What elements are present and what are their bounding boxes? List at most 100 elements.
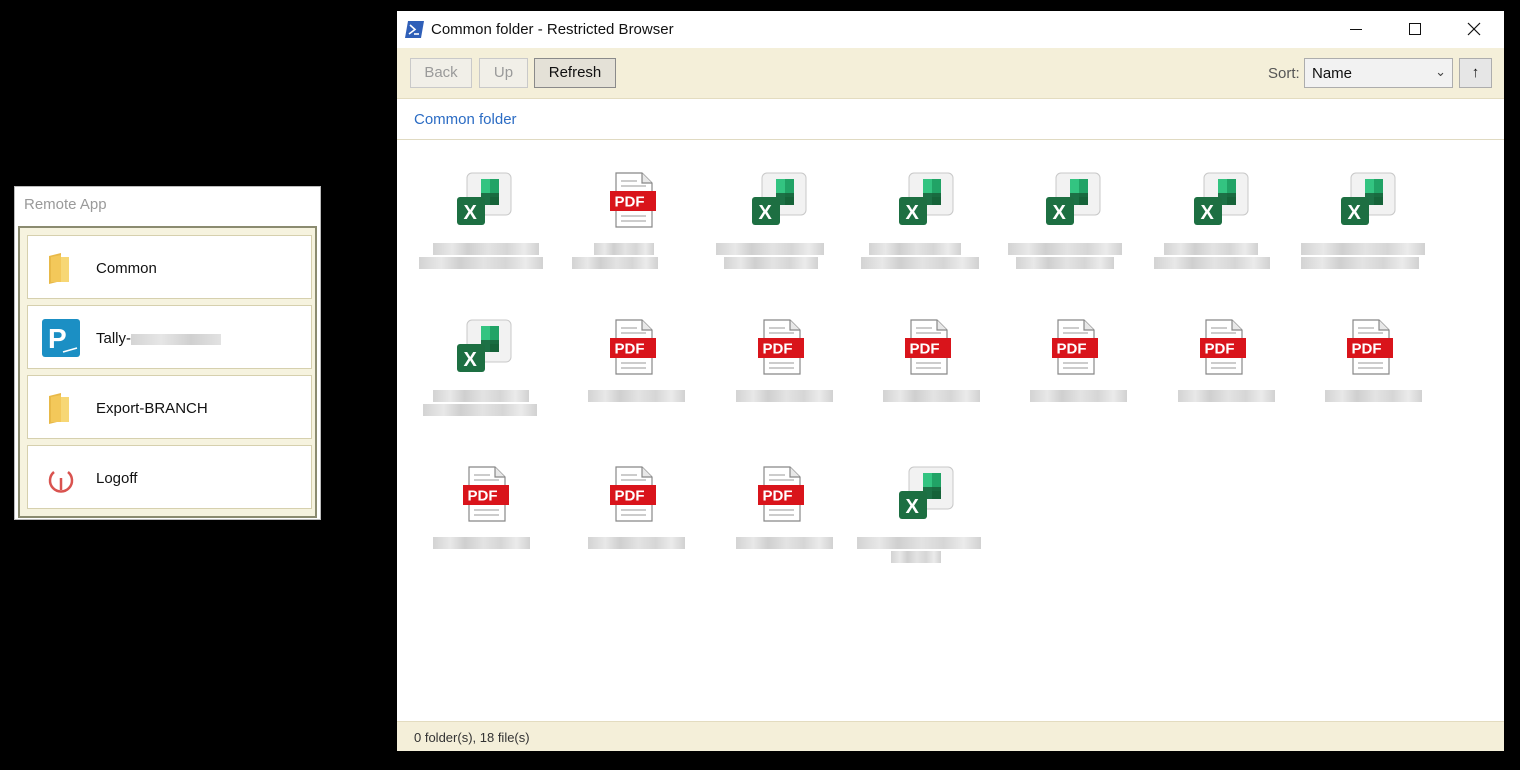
- excel-file-icon: X: [899, 466, 954, 519]
- remote-app-list: Common P Tally- Export-BRANCH Logoff: [18, 226, 317, 518]
- remote-item-label: Logoff: [96, 470, 138, 487]
- redacted-text: [131, 333, 222, 345]
- minimize-icon: [1350, 29, 1362, 30]
- file-item-excel[interactable]: X: [1295, 171, 1435, 301]
- svg-text:PDF: PDF: [1352, 341, 1382, 358]
- redacted-text: [433, 243, 539, 255]
- sort-direction-button[interactable]: ↑: [1459, 58, 1492, 88]
- breadcrumb-current[interactable]: Common folder: [414, 111, 517, 128]
- redacted-text: [594, 243, 654, 255]
- redacted-text: [716, 243, 824, 255]
- pdf-file-icon: PDF: [610, 466, 656, 522]
- redacted-text: [1301, 243, 1425, 255]
- toolbar: Back Up Refresh Sort: Name ⌄ ↑: [397, 48, 1504, 99]
- remote-item-logoff[interactable]: Logoff: [27, 445, 312, 509]
- file-item-pdf[interactable]: PDF: [1295, 318, 1435, 448]
- svg-text:X: X: [906, 496, 920, 518]
- svg-text:X: X: [759, 202, 773, 224]
- chevron-down-icon: ⌄: [1435, 64, 1446, 79]
- remote-item-export-branch[interactable]: Export-BRANCH: [27, 375, 312, 439]
- back-button[interactable]: Back: [410, 58, 472, 88]
- redacted-text: [433, 537, 530, 549]
- remote-app-panel: Remote App Common P Tally- Export-BRANCH…: [14, 186, 321, 520]
- redacted-text: [1016, 257, 1114, 269]
- remote-item-common[interactable]: Common: [27, 235, 312, 299]
- svg-text:PDF: PDF: [763, 488, 793, 505]
- file-item-excel[interactable]: X: [411, 171, 551, 301]
- file-item-pdf[interactable]: PDF: [853, 318, 993, 448]
- file-item-pdf[interactable]: PDF: [558, 465, 698, 595]
- svg-text:PDF: PDF: [763, 341, 793, 358]
- redacted-text: [423, 404, 537, 416]
- svg-text:PDF: PDF: [910, 341, 940, 358]
- file-item-pdf[interactable]: PDF: [411, 465, 551, 595]
- remote-item-label: Export-BRANCH: [96, 400, 208, 417]
- up-button[interactable]: Up: [479, 58, 528, 88]
- file-item-excel[interactable]: X: [706, 171, 846, 301]
- title-bar: Common folder - Restricted Browser: [397, 11, 1504, 48]
- pdf-file-icon: PDF: [758, 319, 804, 375]
- svg-text:PDF: PDF: [615, 194, 645, 211]
- sort-value: Name: [1312, 65, 1353, 82]
- refresh-button[interactable]: Refresh: [534, 58, 616, 88]
- close-button[interactable]: [1444, 11, 1502, 48]
- minimize-button[interactable]: [1327, 11, 1385, 48]
- excel-file-icon: X: [457, 319, 512, 372]
- redacted-text: [724, 257, 818, 269]
- file-item-excel[interactable]: X: [411, 318, 551, 448]
- file-item-excel[interactable]: X: [1000, 171, 1140, 301]
- browser-window: Common folder - Restricted Browser Back …: [397, 11, 1504, 751]
- remote-item-label: Tally-: [96, 330, 222, 347]
- svg-text:X: X: [906, 202, 920, 224]
- svg-text:PDF: PDF: [615, 341, 645, 358]
- pdf-file-icon: PDF: [758, 466, 804, 522]
- redacted-text: [588, 390, 685, 402]
- maximize-button[interactable]: [1385, 11, 1443, 48]
- svg-text:PDF: PDF: [468, 488, 498, 505]
- file-item-pdf[interactable]: PDF: [1000, 318, 1140, 448]
- redacted-text: [1008, 243, 1122, 255]
- folder-icon: [49, 393, 69, 424]
- svg-text:P: P: [48, 323, 67, 354]
- redacted-text: [736, 537, 833, 549]
- remote-item-tally[interactable]: P Tally-: [27, 305, 312, 369]
- file-item-pdf[interactable]: PDF: [1148, 318, 1288, 448]
- file-item-pdf[interactable]: PDF: [706, 318, 846, 448]
- file-item-excel[interactable]: X: [1148, 171, 1288, 301]
- file-item-pdf[interactable]: PDF: [558, 318, 698, 448]
- pdf-file-icon: PDF: [1200, 319, 1246, 375]
- redacted-text: [736, 390, 833, 402]
- powershell-icon: [405, 21, 424, 38]
- excel-file-icon: X: [457, 172, 512, 225]
- window-title: Common folder - Restricted Browser: [431, 21, 674, 38]
- file-item-pdf[interactable]: PDF: [706, 465, 846, 595]
- svg-text:X: X: [464, 202, 478, 224]
- power-icon: [48, 471, 74, 493]
- redacted-text: [1030, 390, 1127, 402]
- file-item-excel[interactable]: X: [853, 465, 993, 595]
- redacted-text: [1325, 390, 1422, 402]
- file-item-excel[interactable]: X: [853, 171, 993, 301]
- pdf-file-icon: PDF: [1052, 319, 1098, 375]
- excel-file-icon: X: [1341, 172, 1396, 225]
- remote-item-label: Common: [96, 260, 157, 277]
- excel-file-icon: X: [1046, 172, 1101, 225]
- maximize-icon: [1409, 23, 1421, 35]
- redacted-text: [1178, 390, 1275, 402]
- redacted-text: [891, 551, 941, 563]
- remote-app-title: Remote App: [24, 196, 107, 213]
- redacted-text: [883, 390, 980, 402]
- redacted-text: [861, 257, 979, 269]
- svg-text:PDF: PDF: [1205, 341, 1235, 358]
- redacted-text: [1301, 257, 1419, 269]
- file-item-pdf[interactable]: PDF: [558, 171, 698, 301]
- folder-icon: [49, 253, 69, 284]
- redacted-text: [419, 257, 543, 269]
- excel-file-icon: X: [1194, 172, 1249, 225]
- status-text: 0 folder(s), 18 file(s): [414, 730, 530, 745]
- svg-text:X: X: [464, 349, 478, 371]
- pdf-file-icon: PDF: [610, 172, 656, 228]
- svg-text:X: X: [1201, 202, 1215, 224]
- pdf-file-icon: PDF: [610, 319, 656, 375]
- sort-select[interactable]: Name ⌄: [1304, 58, 1453, 88]
